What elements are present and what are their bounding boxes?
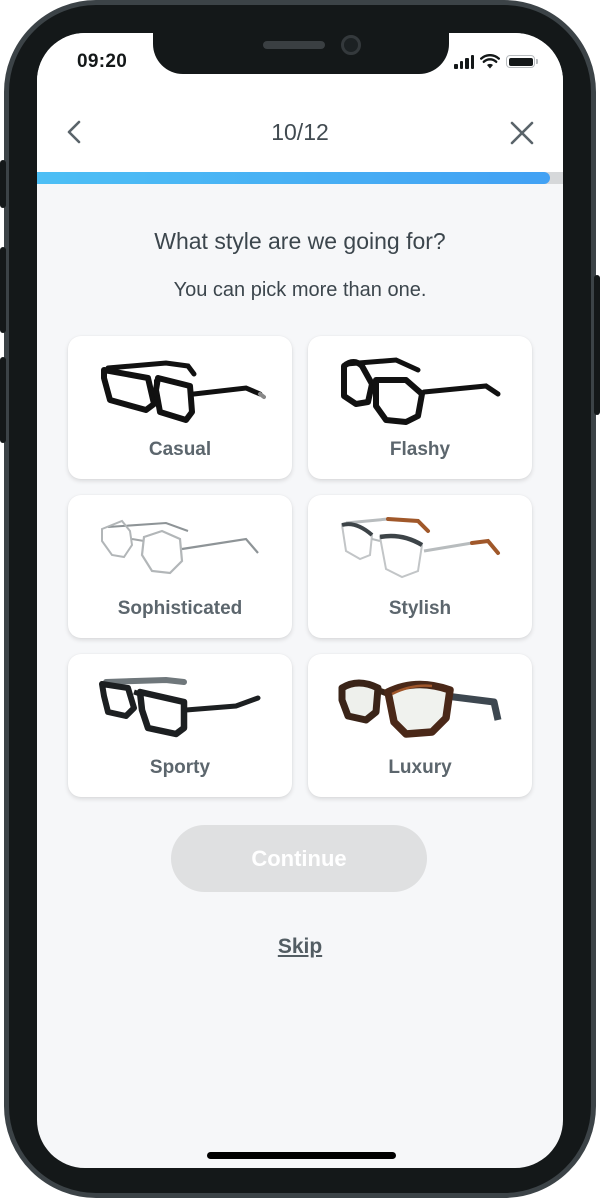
question-title: What style are we going for? (154, 228, 446, 254)
option-card-stylish[interactable]: Stylish (308, 495, 532, 638)
option-label: Flashy (389, 439, 451, 460)
option-card-sophisticated[interactable]: Sophisticated (68, 495, 292, 638)
volume-down-button (0, 357, 6, 443)
step-counter: 10/12 (271, 119, 329, 145)
cellular-signal-icon (454, 54, 474, 69)
question-hint: You can pick more than one. (173, 279, 427, 301)
style-options-grid: Casual Flashy Sophisticated Stylish Spor… (68, 336, 532, 797)
battery-icon (506, 55, 538, 68)
close-icon (510, 121, 534, 145)
home-indicator[interactable] (207, 1152, 396, 1159)
option-label: Sporty (149, 757, 211, 778)
option-label: Luxury (388, 757, 452, 778)
option-card-luxury[interactable]: Luxury (308, 654, 532, 797)
close-button[interactable] (509, 120, 535, 146)
skip-link[interactable]: Skip (37, 935, 563, 959)
screen: 09:20 10/12 What style are we going for?… (37, 33, 563, 1168)
volume-up-button (0, 247, 6, 333)
silver-wire-hexagonal-glasses-image (101, 519, 259, 575)
silver-tortoise-browline-glasses-image (340, 517, 500, 579)
continue-button[interactable]: Continue (171, 825, 427, 892)
black-grey-sport-glasses-image (99, 676, 261, 738)
option-label: Stylish (388, 598, 452, 619)
option-card-casual[interactable]: Casual (68, 336, 292, 479)
tortoise-cat-eye-glasses-image (338, 679, 502, 738)
black-rectangular-glasses-image (101, 360, 266, 423)
status-icons (454, 54, 538, 69)
status-time: 09:20 (77, 51, 128, 72)
power-button (594, 275, 600, 415)
notch (153, 33, 449, 74)
mute-switch (0, 160, 6, 208)
speaker-grille (263, 41, 325, 49)
black-oversized-square-glasses-image (341, 357, 501, 425)
progress-bar (37, 172, 563, 184)
option-card-sporty[interactable]: Sporty (68, 654, 292, 797)
progress-bar-fill (37, 172, 550, 184)
option-label: Sophisticated (117, 598, 243, 619)
wifi-icon (480, 54, 500, 69)
option-card-flashy[interactable]: Flashy (308, 336, 532, 479)
front-camera (341, 35, 361, 55)
option-label: Casual (148, 439, 212, 460)
